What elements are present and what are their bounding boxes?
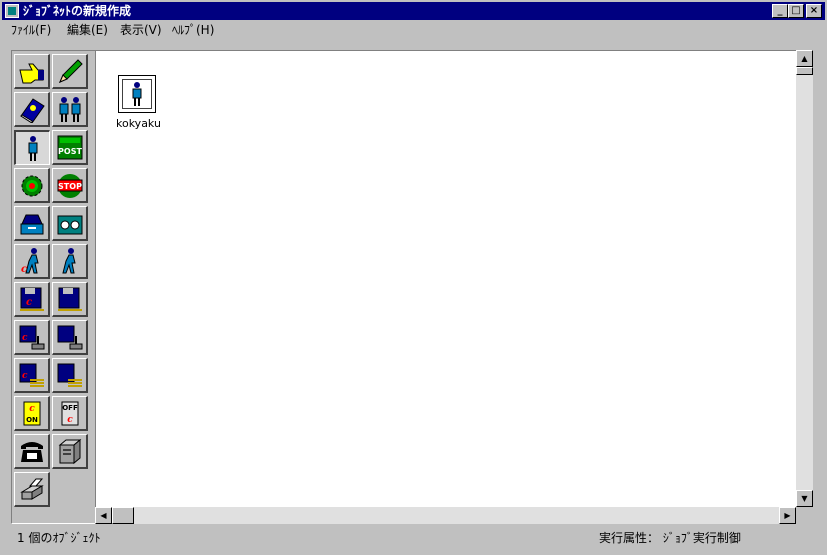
job-node-frame <box>122 79 152 109</box>
tool-server[interactable] <box>52 434 88 469</box>
svg-text:c: c <box>29 404 35 414</box>
tool-floppy-joystick-c[interactable]: c <box>14 320 50 355</box>
printer-icon <box>20 478 44 500</box>
jobnet-canvas[interactable]: kokyaku <box>95 50 798 509</box>
tool-walking-person-c[interactable]: c <box>14 244 50 279</box>
menu-bar: ﾌｧｲﾙ(F) 編集(E) 表示(V) ﾍﾙﾌﾟ(H) <box>2 21 825 40</box>
tool-pointer[interactable] <box>14 54 50 89</box>
pencil-icon <box>59 59 83 83</box>
tool-tray[interactable] <box>14 206 50 241</box>
person-icon <box>132 82 142 106</box>
pointer-hand-icon <box>19 63 44 84</box>
stop-icon: STOP <box>57 174 83 198</box>
tool-person[interactable] <box>14 130 50 165</box>
scrollbar-corner <box>796 507 813 524</box>
svg-text:c: c <box>26 297 32 308</box>
tool-pencil[interactable] <box>52 54 88 89</box>
svg-text:OFF: OFF <box>62 404 78 412</box>
menu-help[interactable]: ﾍﾙﾌﾟ(H) <box>172 23 214 37</box>
menu-file[interactable]: ﾌｧｲﾙ(F) <box>11 23 51 37</box>
walking-person-icon <box>62 248 76 274</box>
vertical-scroll-thumb[interactable] <box>796 67 813 75</box>
tool-post[interactable]: POST <box>52 130 88 165</box>
svg-text:c: c <box>67 415 73 425</box>
close-button[interactable]: × <box>806 4 822 18</box>
minimize-button[interactable]: _ <box>772 4 788 18</box>
tool-printer[interactable] <box>14 472 50 507</box>
floppy-joystick-icon <box>57 325 83 350</box>
status-bar: 1 個のｵﾌﾞｼﾞｪｸﾄ 実行属性： ｼﾞｮﾌﾞ実行制御 <box>2 526 825 552</box>
tray-icon <box>20 214 44 235</box>
job-node-kokyaku[interactable] <box>118 75 156 113</box>
floppy-c-icon: c <box>20 287 44 311</box>
menu-view[interactable]: 表示(V) <box>120 23 162 37</box>
floppy-joystick-c-icon: c <box>19 325 45 350</box>
object-count-status: 1 個のｵﾌﾞｼﾞｪｸﾄ <box>17 531 101 545</box>
tool-floppy-lines-c[interactable]: c <box>14 358 50 393</box>
scroll-up-button[interactable]: ▲ <box>796 50 813 67</box>
tool-floppy-c[interactable]: c <box>14 282 50 317</box>
scroll-down-button[interactable]: ▼ <box>796 490 813 507</box>
tool-tape-recorder[interactable] <box>52 206 88 241</box>
title-bar: ｼﾞｮﾌﾞﾈｯﾄの新規作成 _ □ × <box>2 2 825 20</box>
gear-icon <box>21 175 43 197</box>
vertical-scrollbar[interactable]: ▲ ▼ <box>796 50 813 507</box>
person-icon <box>28 136 38 161</box>
app-icon[interactable] <box>5 4 19 18</box>
tool-switch-on[interactable]: c ON <box>14 396 50 431</box>
two-persons-icon <box>59 97 81 122</box>
svg-text:STOP: STOP <box>58 182 82 191</box>
tool-walking-person[interactable] <box>52 244 88 279</box>
tool-floppy-joystick[interactable] <box>52 320 88 355</box>
book-icon <box>20 98 45 123</box>
tool-gear[interactable] <box>14 168 50 203</box>
execution-attribute-status: 実行属性： ｼﾞｮﾌﾞ実行制御 <box>599 531 741 545</box>
job-node-label: kokyaku <box>116 117 161 130</box>
telephone-icon <box>21 442 43 462</box>
tool-palette: POST STOP c c c c c ON OFF c <box>11 50 96 524</box>
menu-edit[interactable]: 編集(E) <box>67 23 108 37</box>
horizontal-scroll-thumb[interactable] <box>112 507 134 524</box>
floppy-icon <box>58 287 82 311</box>
post-icon: POST <box>57 135 83 160</box>
svg-text:c: c <box>21 264 27 275</box>
window-title: ｼﾞｮﾌﾞﾈｯﾄの新規作成 <box>23 4 132 18</box>
svg-text:c: c <box>22 371 28 381</box>
tool-switch-off[interactable]: OFF c <box>52 396 88 431</box>
tool-book[interactable] <box>14 92 50 127</box>
tool-two-persons[interactable] <box>52 92 88 127</box>
switch-off-icon: OFF c <box>61 401 79 426</box>
floppy-lines-icon <box>57 363 82 387</box>
scroll-right-button[interactable]: ▶ <box>779 507 796 524</box>
walking-person-c-icon: c <box>21 248 39 275</box>
horizontal-scrollbar[interactable]: ◀ ▶ <box>95 507 796 524</box>
server-icon <box>58 438 82 465</box>
maximize-button[interactable]: □ <box>788 4 804 18</box>
scroll-left-button[interactable]: ◀ <box>95 507 112 524</box>
tool-telephone[interactable] <box>14 434 50 469</box>
floppy-lines-c-icon: c <box>19 363 44 387</box>
svg-text:c: c <box>22 333 28 343</box>
svg-text:ON: ON <box>26 416 38 424</box>
tool-floppy[interactable] <box>52 282 88 317</box>
tape-recorder-icon <box>57 215 83 235</box>
tool-stop[interactable]: STOP <box>52 168 88 203</box>
switch-on-icon: c ON <box>23 401 41 426</box>
svg-text:POST: POST <box>58 147 82 156</box>
tool-floppy-lines[interactable] <box>52 358 88 393</box>
